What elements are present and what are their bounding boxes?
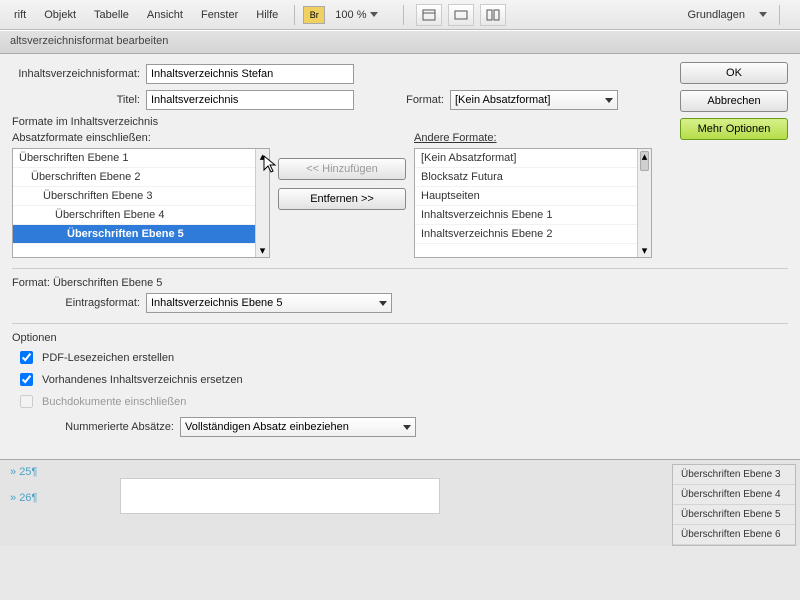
menu-item[interactable]: Fenster (193, 5, 246, 25)
menu-item[interactable]: rift (6, 5, 34, 25)
entry-format-label: Eintragsformat: (12, 297, 146, 309)
workspace-switcher[interactable]: Grundlagen (680, 5, 754, 25)
toc-title-label: Titel: (12, 94, 146, 106)
separator (779, 5, 780, 25)
paragraph-styles-panel[interactable]: Überschriften Ebene 3 Überschriften Eben… (672, 464, 796, 546)
other-styles-label: Andere Formate: (414, 132, 652, 144)
screen-mode-icon[interactable] (448, 4, 474, 26)
list-item[interactable]: Überschriften Ebene 1 (13, 149, 255, 168)
arrange-icon[interactable] (480, 4, 506, 26)
chevron-down-icon (759, 12, 767, 17)
include-styles-listbox[interactable]: Überschriften Ebene 1 Überschriften Eben… (12, 148, 270, 258)
replace-toc-checkbox[interactable]: Vorhandenes Inhaltsverzeichnis ersetzen (16, 370, 788, 389)
dialog-titlebar: altsverzeichnisformat bearbeiten (0, 30, 800, 54)
scroll-up-icon[interactable]: ▴ (256, 149, 269, 163)
list-item[interactable]: Überschriften Ebene 4 (673, 485, 795, 505)
numbered-paragraphs-dropdown[interactable]: Vollständigen Absatz einbeziehen (180, 417, 416, 437)
toc-format-name-input[interactable] (146, 64, 354, 84)
selected-format-label: Format: Überschriften Ebene 5 (12, 277, 788, 289)
document-background: » 25¶ » 26¶ Überschriften Ebene 3 Übersc… (0, 460, 800, 546)
entry-format-dropdown[interactable]: Inhaltsverzeichnis Ebene 5 (146, 293, 392, 313)
list-item[interactable]: Überschriften Ebene 2 (13, 168, 255, 187)
menu-item[interactable]: Tabelle (86, 5, 137, 25)
numbered-paragraphs-label: Nummerierte Absätze: (12, 421, 180, 433)
toc-title-input[interactable] (146, 90, 354, 110)
title-paragraph-format-label: Format: (374, 94, 450, 106)
title-paragraph-format-dropdown[interactable]: [Kein Absatzformat] (450, 90, 618, 110)
list-item[interactable]: Blocksatz Futura (415, 168, 637, 187)
list-item[interactable]: Überschriften Ebene 4 (13, 206, 255, 225)
scroll-up-icon[interactable]: ▴ (638, 149, 651, 163)
list-item[interactable]: Überschriften Ebene 3 (13, 187, 255, 206)
pdf-bookmarks-checkbox[interactable]: PDF-Lesezeichen erstellen (16, 348, 788, 367)
other-styles-listbox[interactable]: [Kein Absatzformat] Blocksatz Futura Hau… (414, 148, 652, 258)
scroll-down-icon[interactable]: ▾ (256, 243, 269, 257)
chevron-down-icon (379, 301, 387, 306)
scrollbar[interactable]: ▴ ▾ (255, 149, 269, 257)
list-item[interactable]: Inhaltsverzeichnis Ebene 2 (415, 225, 637, 244)
list-item[interactable]: Hauptseiten (415, 187, 637, 206)
include-book-checkbox: Buchdokumente einschließen (16, 392, 788, 411)
scrollbar[interactable]: ▴ ▾ (637, 149, 651, 257)
chevron-down-icon (370, 12, 378, 17)
chevron-down-icon (403, 425, 411, 430)
formats-section-label: Formate im Inhaltsverzeichnis (12, 116, 788, 128)
separator (403, 5, 404, 25)
bridge-icon[interactable]: Br (303, 6, 325, 24)
list-item[interactable]: Inhaltsverzeichnis Ebene 1 (415, 206, 637, 225)
list-item[interactable]: Überschriften Ebene 5 (13, 225, 255, 244)
options-section-label: Optionen (12, 332, 788, 344)
list-item[interactable]: [Kein Absatzformat] (415, 149, 637, 168)
toc-format-name-label: Inhaltsverzeichnisformat: (12, 68, 146, 80)
include-styles-label: Absatzformate einschließen: (12, 132, 270, 144)
separator (294, 5, 295, 25)
menu-item[interactable]: Objekt (36, 5, 84, 25)
remove-style-button[interactable]: Entfernen >> (278, 188, 406, 210)
list-item[interactable]: Überschriften Ebene 3 (673, 465, 795, 485)
more-options-button[interactable]: Mehr Optionen (680, 118, 788, 140)
app-menubar: rift Objekt Tabelle Ansicht Fenster Hilf… (0, 0, 800, 30)
chevron-down-icon (605, 98, 613, 103)
dialog-title-text: altsverzeichnisformat bearbeiten (10, 35, 168, 47)
list-item[interactable]: Überschriften Ebene 5 (673, 505, 795, 525)
menu-item[interactable]: Hilfe (248, 5, 286, 25)
toc-format-dialog: OK Abbrechen Mehr Optionen Inhaltsverzei… (0, 54, 800, 460)
text-frame (120, 478, 440, 514)
cancel-button[interactable]: Abbrechen (680, 90, 788, 112)
menu-item[interactable]: Ansicht (139, 5, 191, 25)
line-numbers: » 25¶ » 26¶ (10, 466, 37, 518)
scroll-down-icon[interactable]: ▾ (638, 243, 651, 257)
add-style-button[interactable]: << Hinzufügen (278, 158, 406, 180)
ok-button[interactable]: OK (680, 62, 788, 84)
list-item[interactable]: Überschriften Ebene 6 (673, 525, 795, 545)
zoom-level[interactable]: 100 % (335, 9, 395, 21)
view-options-icon[interactable] (416, 4, 442, 26)
